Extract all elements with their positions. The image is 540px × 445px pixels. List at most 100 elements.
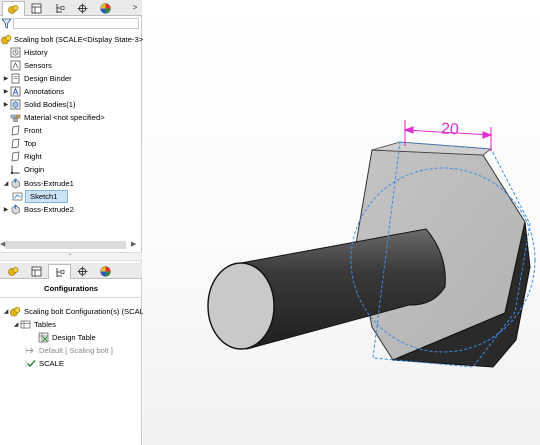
feature-manager-icon	[8, 266, 19, 276]
origin-icon	[10, 165, 20, 174]
sketch-icon	[12, 192, 23, 200]
part-icon	[10, 306, 21, 316]
panel-tabbar-top: >	[0, 0, 142, 16]
appearance-icon	[100, 2, 111, 14]
config-scale-label: SCALE	[39, 358, 64, 368]
sensors-icon	[10, 60, 21, 70]
config-default[interactable]: Default [ Scaling bolt ]	[25, 344, 113, 356]
tab-configuration-manager[interactable]	[48, 1, 71, 15]
splitter-grip-icon[interactable]: ⌃	[66, 253, 74, 260]
graphics-viewport[interactable]: 20	[143, 0, 540, 445]
history-icon	[10, 47, 21, 57]
appearance-icon	[100, 265, 111, 277]
property-manager-icon	[31, 3, 42, 13]
part-root-label: Scaling bolt (SCALE<Display State-3>)	[14, 34, 146, 44]
config-scale[interactable]: SCALE	[25, 357, 64, 369]
tab-dimxpert-manager[interactable]	[71, 1, 94, 15]
configuration-manager-icon	[56, 3, 65, 13]
tree-item-label: Right	[24, 151, 42, 161]
tab-property-manager[interactable]	[25, 1, 48, 15]
plane-icon	[11, 138, 20, 148]
tree-item-label: Solid Bodies(1)	[24, 99, 76, 109]
tabs-more-arrow[interactable]: >	[130, 1, 140, 15]
plane-icon	[11, 125, 20, 135]
collapse-arrow-icon[interactable]: ◢	[2, 180, 10, 187]
tab-display-manager[interactable]	[94, 1, 117, 15]
plane-icon	[11, 151, 20, 161]
extrude-icon	[11, 203, 20, 214]
panel-tabbar-bottom	[0, 263, 142, 279]
tree-item-label: Top	[24, 138, 37, 148]
checkmark-icon	[25, 359, 36, 367]
tree-item-label: Material <not specified>	[24, 112, 105, 122]
tree-item-right-plane[interactable]: Right	[2, 150, 42, 162]
tab-feature-manager[interactable]	[2, 1, 25, 16]
expand-arrow-icon[interactable]: ▶	[2, 75, 10, 82]
design-table-node[interactable]: Design Table	[38, 331, 96, 343]
dimension-value[interactable]: 20	[441, 121, 460, 139]
tree-filter	[0, 17, 142, 31]
collapse-arrow-icon[interactable]: ◢	[2, 308, 10, 315]
property-manager-icon	[31, 266, 42, 276]
tree-item-label: Design Binder	[24, 73, 72, 83]
tab-property-manager-bottom[interactable]	[25, 264, 48, 278]
expand-arrow-icon[interactable]: ▶	[2, 88, 10, 95]
configuration-manager-icon	[56, 267, 65, 277]
horizontal-scrollbar[interactable]	[6, 241, 126, 249]
crosshair-icon	[77, 266, 88, 276]
tree-item-history[interactable]: History	[2, 46, 48, 58]
collapse-arrow-icon[interactable]: ◢	[12, 321, 20, 328]
tab-display-manager-bottom[interactable]	[94, 264, 117, 278]
feature-manager-icon	[8, 4, 19, 14]
tables-label: Tables	[34, 319, 56, 329]
design-table-label: Design Table	[52, 332, 96, 342]
scroll-right-arrow[interactable]: ▶	[131, 241, 136, 249]
tree-item-top-plane[interactable]: Top	[2, 137, 36, 149]
config-root-node[interactable]: ◢ Scaling bolt Configuration(s) (SCAL	[2, 305, 144, 317]
tree-item-boss-extrude2[interactable]: ▶ Boss-Extrude2	[2, 203, 74, 215]
tree-item-label: History	[24, 47, 48, 57]
tree-item-origin[interactable]: Origin	[2, 163, 44, 175]
dash-arrow-icon	[25, 346, 34, 354]
part-root-node[interactable]: Scaling bolt (SCALE<Display State-3>)	[1, 33, 146, 45]
feature-manager-panel: > Scaling bolt (SCALE<Display State-3>) …	[0, 0, 146, 445]
tab-feature-manager-bottom[interactable]	[2, 264, 25, 278]
tree-item-design-binder[interactable]: ▶ Design Binder	[2, 72, 72, 84]
tree-item-label: Front	[24, 125, 42, 135]
divider	[0, 297, 142, 298]
filter-input[interactable]	[13, 18, 139, 29]
tree-item-front-plane[interactable]: Front	[2, 124, 42, 136]
tree-item-label: Boss-Extrude2	[24, 204, 74, 214]
tree-item-sketch1[interactable]: Sketch1	[12, 190, 57, 202]
extrude-icon	[11, 177, 20, 188]
tree-item-label: Origin	[24, 164, 45, 174]
tree-item-label: Annotations	[24, 86, 65, 96]
solid-bodies-icon	[10, 99, 21, 109]
tree-item-material[interactable]: Material <not specified>	[2, 111, 105, 123]
config-root-label: Scaling bolt Configuration(s) (SCAL	[24, 306, 144, 316]
tree-item-sensors[interactable]: Sensors	[2, 59, 52, 71]
shaft-end-face	[207, 262, 275, 350]
tab-dimxpert-manager-bottom[interactable]	[71, 264, 94, 278]
tab-configuration-manager-bottom[interactable]	[48, 264, 71, 279]
bolt-model: 20	[207, 120, 536, 368]
crosshair-icon	[77, 3, 88, 13]
tree-item-label: Sketch1	[30, 191, 58, 201]
part-icon	[1, 34, 12, 44]
filter-icon[interactable]	[1, 18, 12, 29]
tree-item-annotations[interactable]: ▶ Annotations	[2, 85, 64, 97]
tree-item-label: Boss-Extrude1	[24, 178, 74, 188]
design-binder-icon	[11, 73, 20, 83]
design-table-icon	[38, 332, 49, 342]
material-icon	[10, 114, 21, 122]
tables-icon	[20, 320, 31, 328]
annotations-icon	[10, 86, 21, 96]
configurations-title: Configurations	[44, 284, 98, 293]
expand-arrow-icon[interactable]: ▶	[2, 101, 10, 108]
tree-item-solid-bodies[interactable]: ▶ Solid Bodies(1)	[2, 98, 76, 110]
scroll-left-arrow[interactable]: ◀	[0, 241, 5, 249]
tree-item-label: Sensors	[24, 60, 52, 70]
expand-arrow-icon[interactable]: ▶	[2, 206, 10, 213]
tables-node[interactable]: ◢ Tables	[12, 318, 56, 330]
tree-item-boss-extrude1[interactable]: ◢ Boss-Extrude1	[2, 177, 74, 189]
